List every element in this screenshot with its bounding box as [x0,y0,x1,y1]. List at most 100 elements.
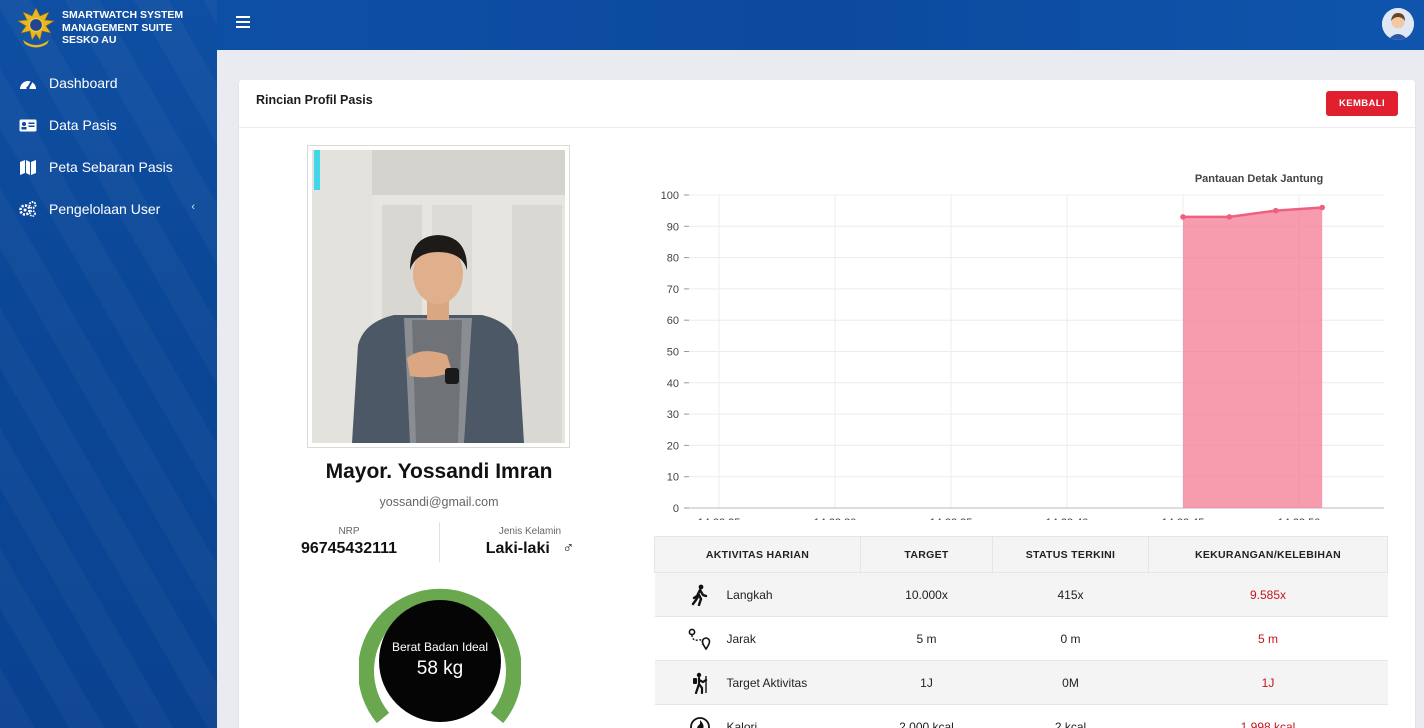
activity-diff: 9.585x [1148,572,1388,617]
weight-gauge: Berat Badan Ideal 58 kg [359,580,521,728]
table-row: Langkah 10.000x 415x 9.585x [654,572,1388,617]
chart-tick-label-y: 80 [667,253,679,265]
user-avatar-icon [1382,8,1414,40]
activity-name-cell: Kalori [654,704,861,728]
activity-status: 0 m [992,616,1149,661]
chart-point [1226,214,1233,220]
chart-tick-label-y: 70 [667,284,679,296]
sidebar-item-peta-sebaran[interactable]: Peta Sebaran Pasis [0,146,217,188]
profile-photo-image [312,150,565,443]
content-area: Rincian Profil Pasis KEMBALI Mayor. Yoss… [217,50,1424,728]
table-row: Kalori 2.000 kcal 2 kcal 1.998 kcal [654,704,1388,728]
sidebar-item-label: Dashboard [49,75,118,91]
brand[interactable]: SMARTWATCH SYSTEM MANAGEMENT SUITE SESKO… [16,6,183,48]
chart-tick-label-y: 60 [667,315,679,327]
gears-icon [18,200,38,218]
table-row: Target Aktivitas 1J 0M 1J [654,660,1388,705]
chart-tick-label-y: 20 [667,440,679,452]
nrp-block: NRP 96745432111 [299,526,399,558]
activity-target: 2.000 kcal [860,704,993,728]
heart-rate-chart: Pantauan Detak Jantung 0 10 20 30 40 50 60 70 80 9… [661,173,1384,520]
header-aktivitas: AKTIVITAS HARIAN [654,536,861,573]
walking-icon [685,583,715,607]
chart-tick-label-y: 90 [667,221,679,233]
chart-tick-label-y: 30 [667,409,679,421]
info-divider [439,522,440,562]
chart-tick-label-y: 100 [661,190,679,202]
chart-tick-label-y: 40 [667,378,679,390]
sidebar-item-data-pasis[interactable]: Data Pasis [0,104,217,146]
header-target: TARGET [860,536,993,573]
gauge-icon [18,74,38,92]
activity-name: Kalori [726,719,758,728]
sidebar-item-pengelolaan-user[interactable]: Pengelolaan User ‹ [0,188,217,230]
activity-target: 5 m [860,616,993,661]
gender-label: Jenis Kelamin [498,526,562,537]
sidebar-item-label: Peta Sebaran Pasis [49,159,173,175]
weight-value: 58 kg [416,658,464,679]
activity-table: AKTIVITAS HARIAN TARGET STATUS TERKINI K… [654,536,1388,728]
chevron-left-icon: ‹ [191,201,195,213]
activity-name: Jarak [726,631,756,646]
activity-diff: 1.998 kcal [1148,704,1388,728]
chart-tick-label-y: 50 [667,347,679,359]
activity-table-header: AKTIVITAS HARIAN TARGET STATUS TERKINI K… [654,536,1388,573]
chart-tick-label-x: 14:23:35 [930,517,973,520]
chart-area [1183,207,1323,508]
chart-point [1319,204,1325,211]
gender-value-row: Laki-laki ♂ [475,540,585,558]
card-header: Rincian Profil Pasis KEMBALI [239,80,1415,128]
activity-diff: 1J [1148,660,1388,705]
profile-photo [312,150,565,443]
chart-tick-label-x: 14:23:25 [698,517,741,520]
profile-photo-frame [307,145,570,448]
profile-name: Mayor. Yossandi Imran [325,460,553,483]
chart-tick-label-x: 14:23:50 [1278,517,1321,520]
activity-diff: 5 m [1148,616,1388,661]
route-icon [685,627,715,651]
nrp-label: NRP [338,526,360,537]
fire-icon [685,715,715,728]
male-symbol-icon: ♂ [562,540,575,557]
sidebar-nav: Dashboard Data Pasis Peta Sebaran Pasis … [0,62,217,230]
hiking-icon [685,671,715,695]
air-force-emblem-icon [17,7,55,48]
weight-label: Berat Badan Ideal [391,640,489,654]
user-avatar[interactable] [1382,8,1414,40]
chart-point [1180,214,1186,220]
activity-status: 415x [992,572,1149,617]
sidebar-item-dashboard[interactable]: Dashboard [0,62,217,104]
id-card-icon [18,116,38,134]
chart-point [1273,207,1279,214]
activity-name-cell: Jarak [654,616,861,661]
brand-line-1: SMARTWATCH SYSTEM [62,9,184,21]
activity-name-cell: Target Aktivitas [654,660,861,705]
activity-status: 2 kcal [992,704,1149,728]
back-button[interactable]: KEMBALI [1326,91,1398,116]
chart-tick-label-y: 10 [667,472,679,484]
chart-tick-label-x: 14:23:45 [1162,517,1205,520]
nrp-value: 96745432111 [300,540,398,557]
chart-tick-label-x: 14:23:40 [1046,517,1089,520]
header-kekurangan: KEKURANGAN/KELEBIHAN [1148,536,1388,573]
header-status: STATUS TERKINI [992,536,1149,573]
chart-tick-label-x: 14:23:30 [814,517,857,520]
top-bar [217,0,1424,50]
chart-title: Pantauan Detak Jantung [1195,173,1323,185]
page-title: Rincian Profil Pasis [256,93,373,107]
gender-block: Jenis Kelamin Laki-laki ♂ [475,526,585,558]
activity-status: 0M [992,660,1149,705]
chart-tick-label-y: 0 [673,503,679,515]
profile-email: yossandi@gmail.com [379,495,499,509]
brand-line-2: MANAGEMENT SUITE [62,21,173,34]
activity-target: 10.000x [860,572,993,617]
activity-name-cell: Langkah [654,572,861,617]
sidebar: SMARTWATCH SYSTEM MANAGEMENT SUITE SESKO… [0,0,217,728]
activity-name: Langkah [726,587,773,602]
profile-card: Rincian Profil Pasis KEMBALI Mayor. Yoss… [239,80,1415,728]
map-icon [18,158,38,176]
hamburger-menu-icon[interactable] [236,16,250,28]
table-row: Jarak 5 m 0 m 5 m [654,616,1388,661]
app-root: SMARTWATCH SYSTEM MANAGEMENT SUITE SESKO… [0,0,1424,728]
sidebar-item-label: Data Pasis [49,117,117,133]
